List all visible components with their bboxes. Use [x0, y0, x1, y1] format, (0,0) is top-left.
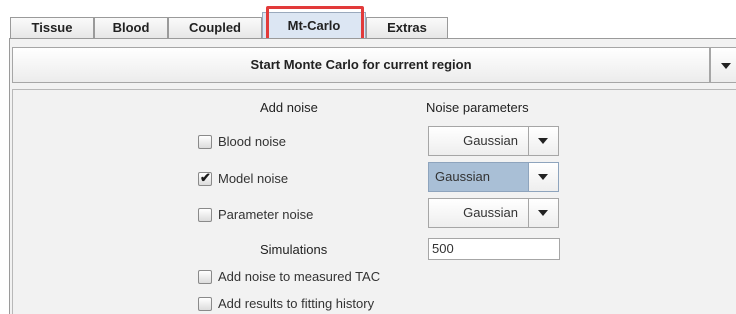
- triangle-down-icon: [538, 174, 548, 180]
- tab-blood[interactable]: Blood: [94, 17, 168, 39]
- tab-strip: Tissue Blood Coupled Extras Mt-Carlo: [0, 0, 736, 43]
- checkmark-icon: ✔: [200, 170, 211, 185]
- tab-extras[interactable]: Extras: [366, 17, 448, 39]
- add-noise-header: Add noise: [260, 100, 318, 115]
- parameter-noise-label: Parameter noise: [218, 207, 314, 222]
- simulations-input[interactable]: 500: [428, 238, 560, 260]
- noise-parameters-header: Noise parameters: [426, 100, 529, 115]
- model-noise-distribution-value: Gaussian: [435, 169, 490, 184]
- blood-noise-checkbox[interactable]: [198, 135, 212, 149]
- tab-tissue[interactable]: Tissue: [10, 17, 94, 39]
- model-noise-dropdown-arrow[interactable]: [528, 163, 558, 191]
- model-noise-distribution-select[interactable]: Gaussian: [428, 162, 559, 192]
- tab-mt-carlo[interactable]: Mt-Carlo: [262, 12, 366, 40]
- parameter-noise-distribution-value: Gaussian: [463, 205, 518, 220]
- parameter-noise-distribution-select[interactable]: Gaussian: [428, 198, 559, 228]
- triangle-down-icon: [721, 63, 731, 69]
- tab-coupled[interactable]: Coupled: [168, 17, 262, 39]
- add-noise-to-measured-tac-label: Add noise to measured TAC: [218, 269, 381, 284]
- parameter-noise-checkbox[interactable]: [198, 208, 212, 222]
- add-results-to-fitting-history-label: Add results to fitting history: [218, 296, 375, 311]
- parameter-noise-dropdown-arrow[interactable]: [528, 199, 558, 227]
- add-noise-to-measured-tac-checkbox[interactable]: [198, 270, 212, 284]
- triangle-down-icon: [538, 210, 548, 216]
- blood-noise-distribution-value: Gaussian: [463, 133, 518, 148]
- model-noise-label: Model noise: [218, 171, 289, 186]
- blood-noise-label: Blood noise: [218, 134, 286, 149]
- triangle-down-icon: [538, 138, 548, 144]
- monte-carlo-settings-panel: Add noise Noise parameters Blood noise G…: [12, 89, 736, 314]
- start-options-dropdown-button[interactable]: [710, 47, 736, 83]
- simulations-label: Simulations: [260, 242, 328, 257]
- add-results-to-fitting-history-checkbox[interactable]: [198, 297, 212, 311]
- model-noise-checkbox[interactable]: ✔: [198, 170, 212, 186]
- blood-noise-dropdown-arrow[interactable]: [528, 127, 558, 155]
- start-monte-carlo-button[interactable]: Start Monte Carlo for current region: [12, 47, 710, 83]
- blood-noise-distribution-select[interactable]: Gaussian: [428, 126, 559, 156]
